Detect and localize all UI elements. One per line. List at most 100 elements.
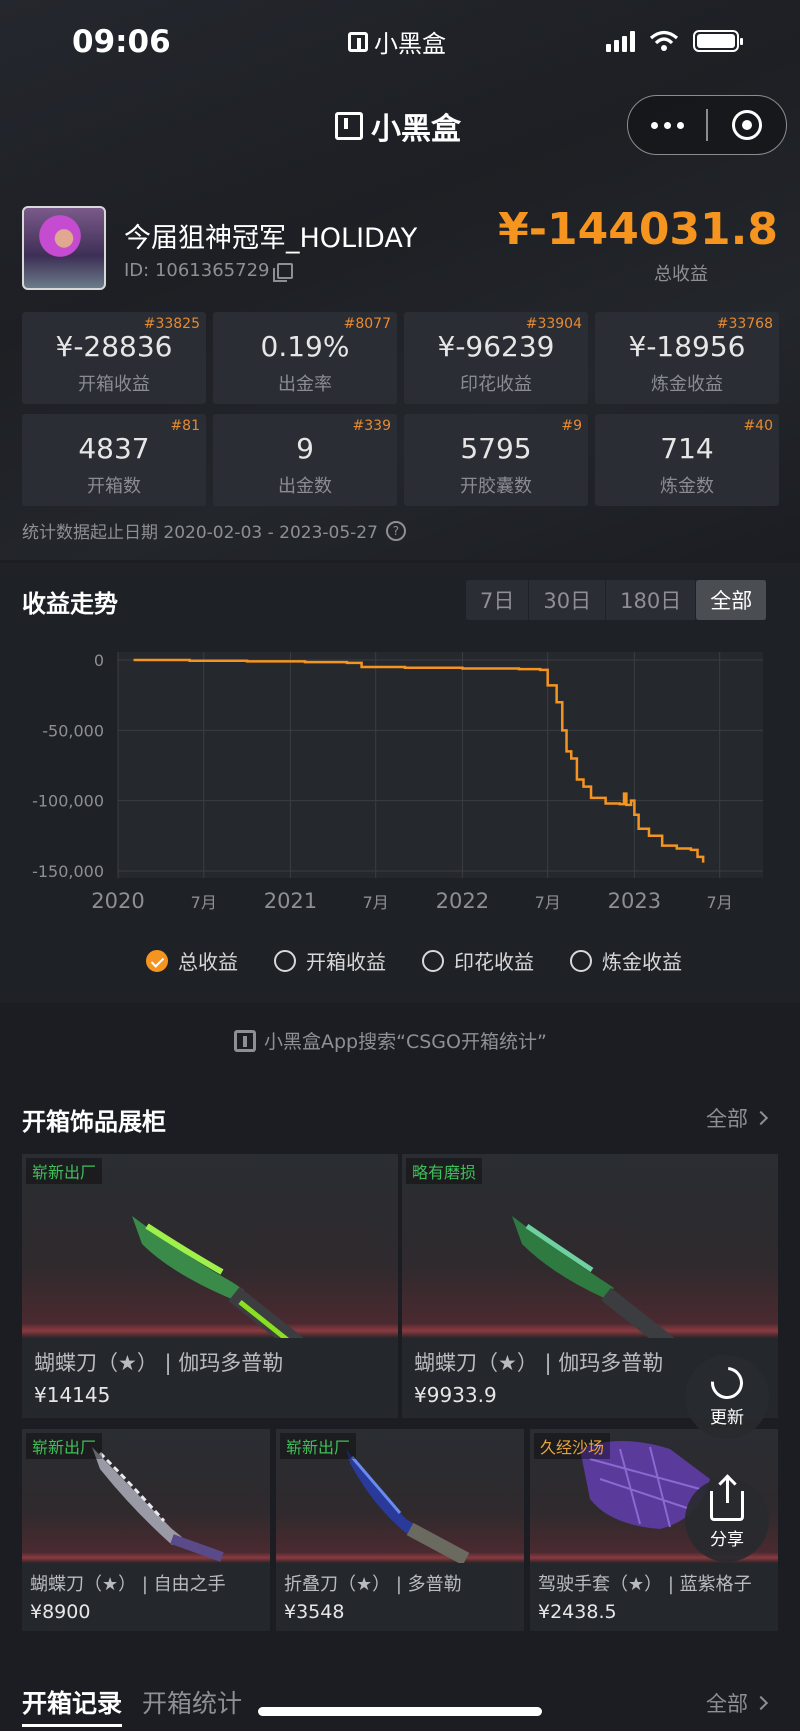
showcase-item[interactable]: 崭新出厂 折叠刀（★） | 多普勒 ¥3548 (276, 1429, 524, 1631)
stat-label: 炼金收益 (651, 374, 723, 395)
battery-icon (693, 30, 743, 52)
status-indicators (606, 30, 743, 52)
avatar[interactable] (22, 206, 106, 290)
trend-chart: 2020 7月 2021 7月 2022 7月 2023 7月 0 -50,000 -100,000… (32, 651, 763, 913)
copy-icon[interactable] (273, 262, 294, 282)
tab-all[interactable]: 全部 (696, 580, 768, 620)
stat-card: #33825 ¥-28836 开箱收益 (22, 312, 206, 404)
y-tick-label: -100,000 (32, 792, 104, 811)
wear-badge: 久经沙场 (534, 1433, 611, 1459)
tab-30d[interactable]: 30日 (529, 580, 607, 620)
showcase-item[interactable]: 崭新出厂 蝴蝶刀（★） | 自由之手 ¥8900 (22, 1429, 270, 1631)
refresh-icon (704, 1359, 750, 1406)
records-tabs: 开箱记录 开箱统计 (22, 1684, 242, 1727)
share-icon (710, 1476, 744, 1521)
legend-tradeup[interactable]: 炼金收益 (570, 946, 682, 975)
stat-value: 5795 (460, 432, 532, 465)
x-tick-label: 7月 (707, 893, 733, 912)
records-more-link[interactable]: 全部 (706, 1688, 769, 1718)
y-tick-label: 0 (94, 651, 104, 670)
item-price: ¥8900 (30, 1601, 91, 1623)
stat-card: #9 5795 开胶囊数 (404, 414, 588, 506)
nav-title: 小黑盒 (335, 104, 461, 148)
checked-radio-icon (146, 949, 168, 972)
showcase-more-link[interactable]: 全部 (706, 1103, 769, 1133)
item-price: ¥14145 (34, 1383, 111, 1407)
refresh-button[interactable]: 更新 (685, 1355, 769, 1439)
date-range: 统计数据起止日期 2020-02-03 - 2023-05-27 ? (22, 518, 406, 543)
target-close-icon (731, 110, 762, 140)
stat-label: 出金率 (278, 374, 332, 395)
nav-title-text: 小黑盒 (371, 112, 461, 147)
x-tick-label: 2021 (264, 889, 317, 913)
x-tick-label: 7月 (363, 893, 389, 912)
username: 今届狙神冠军_HOLIDAY (124, 223, 418, 254)
item-price: ¥3548 (284, 1601, 345, 1623)
stat-label: 开箱收益 (78, 374, 150, 395)
tab-180d[interactable]: 180日 (606, 580, 697, 620)
status-app-name: 小黑盒 (348, 24, 446, 59)
close-miniprogram-button[interactable] (708, 96, 786, 154)
item-price: ¥2438.5 (538, 1601, 617, 1623)
radio-icon (422, 949, 444, 972)
chevron-right-icon (753, 1695, 769, 1711)
radio-icon (570, 949, 592, 972)
tab-open-records[interactable]: 开箱记录 (22, 1684, 123, 1727)
stat-value: 0.19% (260, 330, 350, 363)
refresh-label: 更新 (710, 1407, 744, 1428)
stat-card: #8077 0.19% 出金率 (213, 312, 397, 404)
stat-card: #81 4837 开箱数 (22, 414, 206, 506)
share-label: 分享 (710, 1529, 744, 1550)
tab-7d[interactable]: 7日 (466, 580, 530, 620)
item-name: 蝴蝶刀（★） | 自由之手 (30, 1574, 226, 1595)
stat-card: #33904 ¥-96239 印花收益 (404, 312, 588, 404)
legend-label: 开箱收益 (306, 950, 386, 974)
stat-value: 714 (660, 432, 714, 465)
heybox-logo-icon (335, 112, 363, 140)
range-tabs: 7日 30日 180日 全部 (466, 580, 768, 620)
total-profit-value: ¥-144031.8 (498, 204, 778, 255)
signal-icon (606, 30, 635, 52)
stat-card: #33768 ¥-18956 炼金收益 (595, 312, 779, 404)
legend-label: 炼金收益 (602, 950, 682, 974)
item-name: 折叠刀（★） | 多普勒 (284, 1574, 462, 1595)
date-range-text: 统计数据起止日期 2020-02-03 - 2023-05-27 (22, 523, 378, 543)
item-price: ¥9933.9 (414, 1383, 497, 1407)
wear-badge: 崭新出厂 (26, 1433, 103, 1459)
legend-total[interactable]: 总收益 (146, 946, 238, 975)
stat-value: ¥-96239 (437, 330, 555, 363)
legend-sticker[interactable]: 印花收益 (422, 946, 534, 975)
legend-case[interactable]: 开箱收益 (274, 946, 386, 975)
trend-title: 收益走势 (22, 590, 118, 618)
user-id-text: ID: 1061365729 (124, 260, 270, 281)
more-label: 全部 (706, 1107, 748, 1131)
plot-area (118, 652, 763, 878)
total-profit-label: 总收益 (654, 264, 708, 285)
stat-label: 炼金数 (660, 476, 714, 497)
share-button[interactable]: 分享 (685, 1476, 769, 1562)
stat-value: 9 (296, 432, 314, 465)
x-tick-label: 2020 (91, 889, 144, 913)
more-options-button[interactable] (628, 96, 706, 154)
user-id: ID: 1061365729 (124, 260, 294, 282)
stat-label: 印花收益 (460, 374, 532, 395)
help-icon[interactable]: ? (385, 520, 406, 541)
showcase-item[interactable]: 崭新出厂 蝴蝶刀（★） | 伽玛多普勒 ¥14145 (22, 1154, 398, 1418)
stat-label: 开胶囊数 (460, 476, 532, 497)
heybox-logo-icon (234, 1029, 256, 1052)
stat-card: #40 714 炼金数 (595, 414, 779, 506)
stat-label: 出金数 (278, 476, 332, 497)
wear-badge: 崭新出厂 (280, 1433, 357, 1459)
y-tick-label: -150,000 (32, 862, 104, 881)
status-app-label: 小黑盒 (374, 30, 446, 58)
tab-open-stats[interactable]: 开箱统计 (142, 1684, 242, 1727)
legend-label: 印花收益 (454, 950, 534, 974)
promo-banner: 小黑盒App搜索“CSGO开箱统计” (234, 1027, 547, 1054)
home-indicator (258, 1707, 542, 1716)
radio-icon (274, 949, 296, 972)
x-tick-label: 2023 (608, 889, 661, 913)
stat-label: 开箱数 (87, 476, 141, 497)
x-tick-label: 7月 (535, 893, 561, 912)
miniprogram-capsule (627, 95, 787, 155)
stat-value: ¥-28836 (55, 330, 173, 363)
